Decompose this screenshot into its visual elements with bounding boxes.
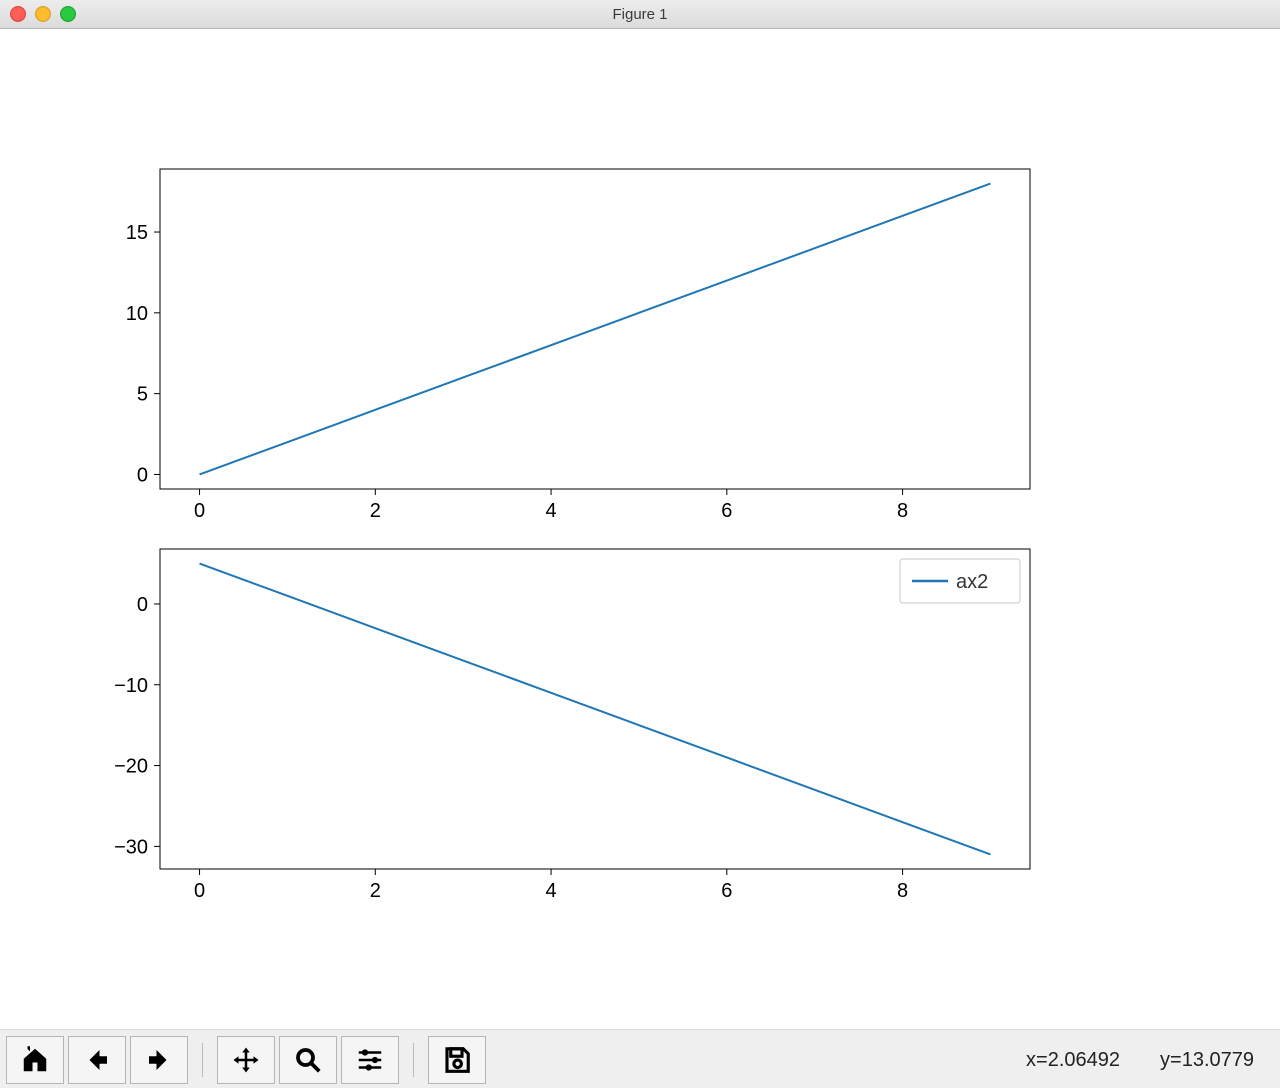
x-tick-label: 8 (897, 500, 908, 522)
y-tick-label: 0 (137, 464, 148, 486)
minimize-window-button[interactable] (35, 6, 51, 22)
y-tick-label: 5 (137, 384, 148, 406)
move-icon (231, 1045, 261, 1075)
x-tick-label: 6 (721, 500, 732, 522)
x-tick-label: 0 (194, 500, 205, 522)
x-tick-label: 4 (545, 500, 556, 522)
toolbar-separator (413, 1043, 414, 1077)
data-line (200, 564, 991, 855)
pan-button[interactable] (217, 1036, 275, 1084)
cursor-y-value: y=13.0779 (1160, 1049, 1254, 1072)
window-title: Figure 1 (612, 6, 667, 23)
y-tick-label: −10 (114, 675, 148, 697)
back-button[interactable] (68, 1036, 126, 1084)
x-tick-label: 8 (897, 880, 908, 902)
x-tick-label: 0 (194, 880, 205, 902)
x-tick-label: 2 (370, 500, 381, 522)
traffic-lights (10, 6, 76, 22)
zoom-button[interactable] (279, 1036, 337, 1084)
zoom-window-button[interactable] (60, 6, 76, 22)
x-tick-label: 2 (370, 880, 381, 902)
x-tick-label: 4 (545, 880, 556, 902)
y-tick-label: 15 (126, 222, 148, 244)
y-tick-label: −20 (114, 756, 148, 778)
home-icon (20, 1045, 50, 1075)
cursor-x-value: x=2.06492 (1026, 1049, 1120, 1072)
y-tick-label: 10 (126, 303, 148, 325)
axes-1: 0 2 4 6 8 0 5 10 15 (126, 169, 1030, 522)
arrow-right-icon (144, 1045, 174, 1075)
configure-subplots-button[interactable] (341, 1036, 399, 1084)
sliders-icon (355, 1045, 385, 1075)
window-titlebar: Figure 1 (0, 0, 1280, 29)
close-window-button[interactable] (10, 6, 26, 22)
matplotlib-toolbar: x=2.06492 y=13.0779 (0, 1029, 1280, 1088)
magnify-icon (293, 1045, 323, 1075)
x-tick-label: 6 (721, 880, 732, 902)
data-line (200, 184, 991, 475)
save-icon (442, 1045, 472, 1075)
save-button[interactable] (428, 1036, 486, 1084)
y-tick-label: −30 (114, 836, 148, 858)
axes-2: 0 2 4 6 8 −30 −20 −10 0 ax2 (114, 549, 1030, 902)
legend-label: ax2 (956, 571, 988, 593)
toolbar-separator (202, 1043, 203, 1077)
figure-canvas[interactable]: 0 2 4 6 8 0 5 10 15 0 2 4 6 8 −30 −20 −10 0 ax2 (0, 29, 1186, 1029)
y-tick-label: 0 (137, 594, 148, 616)
home-button[interactable] (6, 1036, 64, 1084)
forward-button[interactable] (130, 1036, 188, 1084)
cursor-coordinates: x=2.06492 y=13.0779 (1026, 1049, 1254, 1072)
arrow-left-icon (82, 1045, 112, 1075)
